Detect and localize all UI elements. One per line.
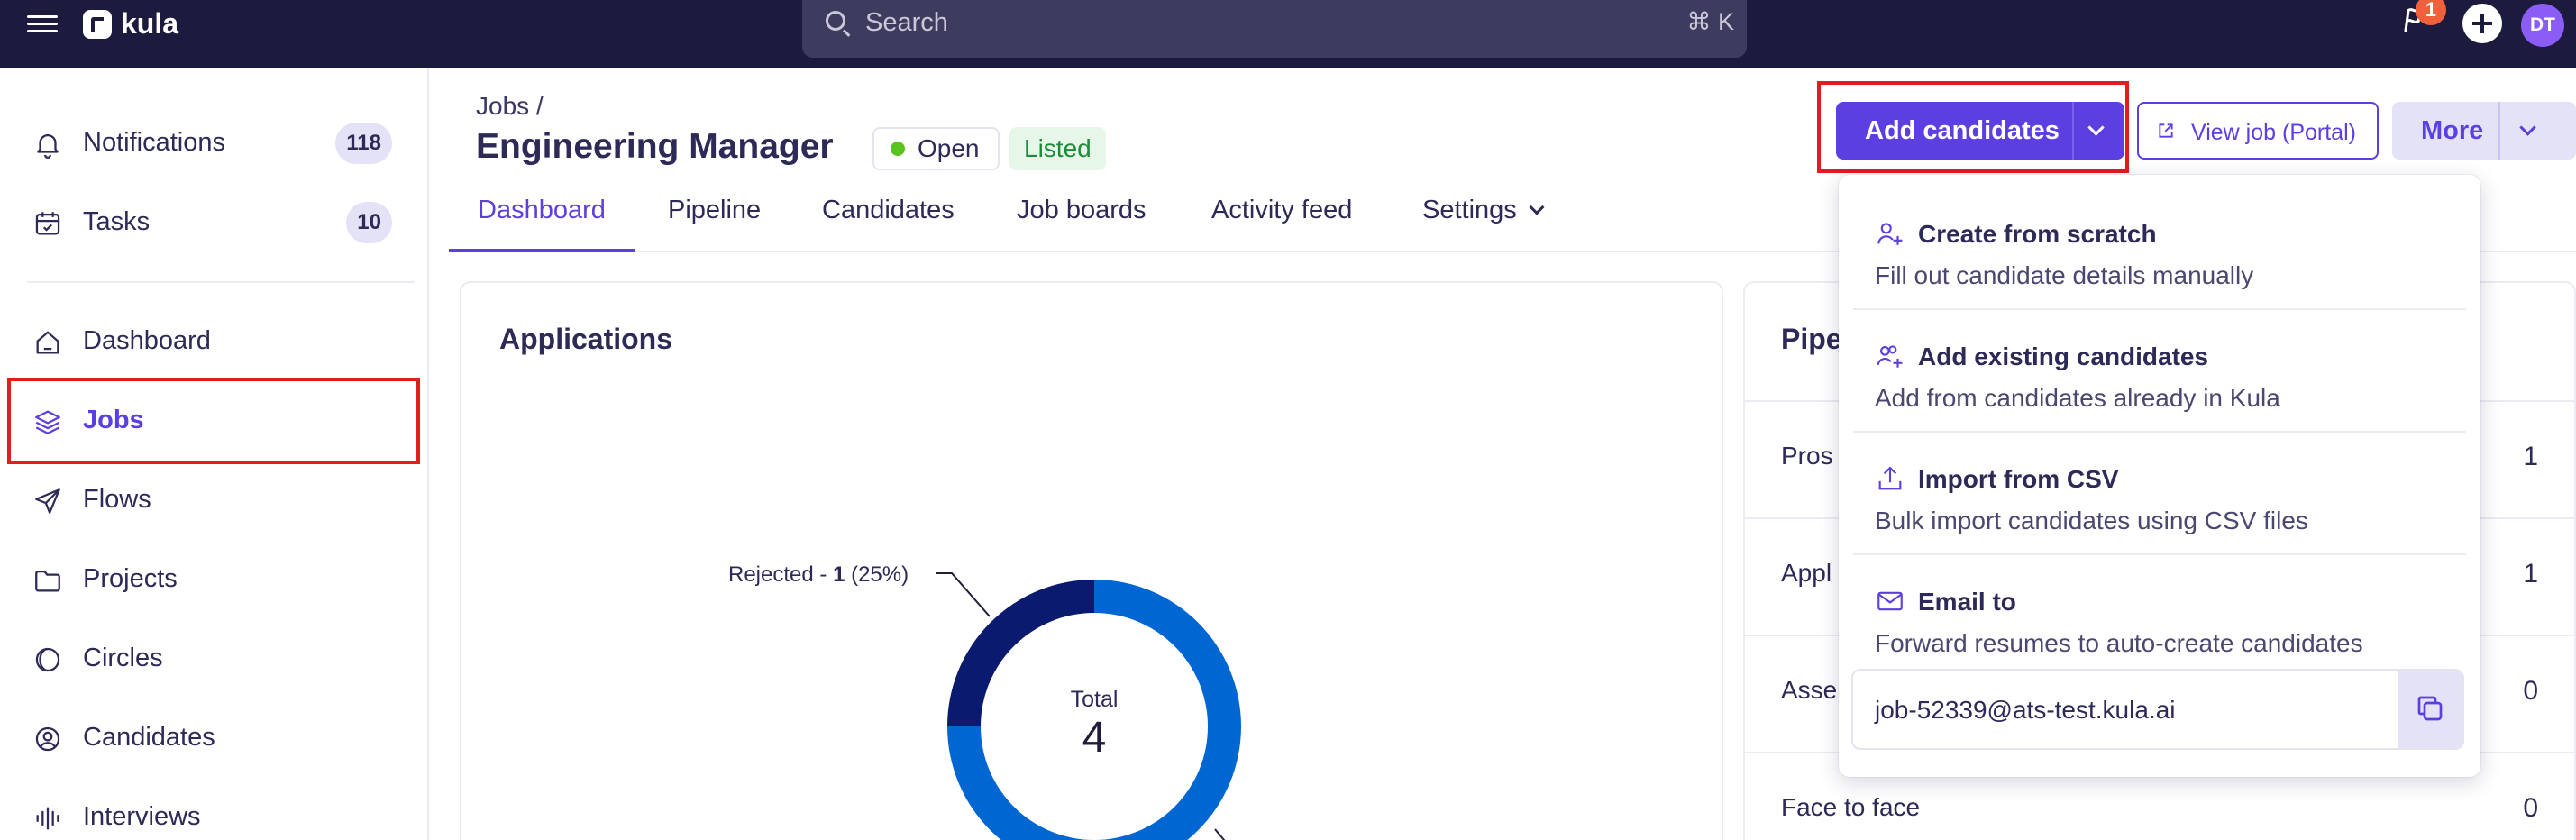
other-leader-line <box>1214 828 1226 840</box>
kula-logo-icon <box>83 9 112 39</box>
avatar[interactable]: DT <box>2521 4 2564 47</box>
create-button[interactable] <box>2462 4 2502 43</box>
sidebar-item-notifications[interactable]: Notifications 118 <box>7 105 417 180</box>
audio-wave-icon <box>32 803 63 834</box>
menu-item-add-existing-candidates[interactable]: Add existing candidates Add from candida… <box>1853 306 2466 429</box>
sidebar-item-label: Projects <box>83 563 178 593</box>
calendar-check-icon <box>32 208 63 239</box>
job-email-field[interactable]: job-52339@ats-test.kula.ai <box>1851 669 2464 750</box>
copy-email-button[interactable] <box>2398 671 2462 748</box>
menu-item-desc: Bulk import candidates using CSV files <box>1875 507 2308 534</box>
job-email-value[interactable]: job-52339@ats-test.kula.ai <box>1875 696 2176 725</box>
users-plus-icon <box>1875 341 1905 371</box>
sidebar-item-label: Notifications <box>83 127 225 157</box>
mail-icon <box>1875 586 1905 616</box>
tab-settings-label: Settings <box>1422 196 1517 224</box>
search-placeholder: Search <box>865 8 948 37</box>
button-divider <box>2498 102 2500 160</box>
status-badge-listed: Listed <box>1009 127 1106 170</box>
applications-card: Applications Rejected - 1 (25%) Total 4 <box>460 281 1723 840</box>
pipeline-stage-count: 1 <box>2523 442 2538 471</box>
menu-item-title: Import from CSV <box>1918 465 2119 493</box>
sidebar-item-projects[interactable]: Projects <box>7 541 417 616</box>
add-candidates-menu: Create from scratch Fill out candidate d… <box>1839 175 2480 777</box>
tab-job-boards[interactable]: Job boards <box>1017 189 1146 252</box>
chevron-down-icon[interactable] <box>2087 119 2105 136</box>
circles-icon <box>32 644 63 675</box>
send-icon <box>32 486 63 516</box>
pipeline-stage-name: Face to face <box>1781 793 1921 821</box>
sidebar-item-label: Dashboard <box>83 325 211 355</box>
pipeline-stage-name: Asse <box>1781 676 1838 704</box>
user-plus-icon <box>1875 218 1905 249</box>
menu-item-create-from-scratch[interactable]: Create from scratch Fill out candidate d… <box>1853 184 2466 306</box>
top-bar: kula Search ⌘ K 1 DT <box>0 0 2576 68</box>
menu-item-title: Email to <box>1918 588 2016 616</box>
sidebar-divider <box>27 281 415 283</box>
chevron-down-icon[interactable] <box>2519 119 2536 136</box>
tasks-count: 10 <box>346 202 392 243</box>
button-divider <box>2072 102 2074 160</box>
pipeline-stage-count: 0 <box>2523 793 2538 823</box>
page-title: Engineering Manager <box>476 127 834 166</box>
pipeline-stage-name: Appl <box>1781 559 1832 587</box>
tab-dashboard[interactable]: Dashboard <box>449 189 635 252</box>
menu-item-desc: Add from candidates already in Kula <box>1875 384 2280 412</box>
app-name: kula <box>121 7 179 40</box>
pipeline-stage-count: 0 <box>2523 676 2538 706</box>
search-shortcut: ⌘ K <box>1686 8 1734 35</box>
external-link-icon <box>2159 123 2173 138</box>
more-label: More <box>2421 116 2484 145</box>
folder-icon <box>32 565 63 596</box>
add-candidates-label: Add candidates <box>1865 116 2060 145</box>
sidebar-item-label: Candidates <box>83 722 215 752</box>
bell-icon <box>32 129 63 160</box>
add-candidates-button[interactable]: Add candidates <box>1836 102 2124 160</box>
sidebar-item-label: Circles <box>83 643 163 672</box>
sidebar-item-interviews[interactable]: Interviews <box>7 779 417 840</box>
sidebar-item-candidates[interactable]: Candidates <box>7 699 417 775</box>
sidebar-item-label: Tasks <box>83 206 151 236</box>
sidebar-item-dashboard[interactable]: Dashboard <box>7 303 417 379</box>
menu-item-import-from-csv[interactable]: Import from CSV Bulk import candidates u… <box>1853 429 2466 552</box>
menu-item-desc: Fill out candidate details manually <box>1875 261 2254 289</box>
copy-icon <box>2417 696 2443 721</box>
menu-item-title: Add existing candidates <box>1918 342 2209 370</box>
notification-badge: 1 <box>2416 0 2446 25</box>
breadcrumb[interactable]: Jobs / <box>476 92 544 121</box>
view-job-portal-button[interactable]: View job (Portal) <box>2137 102 2379 160</box>
view-job-label: View job (Portal) <box>2191 120 2356 145</box>
menu-item-desc: Forward resumes to auto-create candidate… <box>1875 629 2363 657</box>
tab-activity-feed[interactable]: Activity feed <box>1211 189 1352 252</box>
sidebar-item-tasks[interactable]: Tasks 10 <box>7 184 417 260</box>
donut-total-label: Total <box>1071 687 1119 712</box>
menu-item-email-to[interactable]: Email to Forward resumes to auto-create … <box>1853 552 2466 674</box>
home-icon <box>32 327 63 358</box>
tab-settings[interactable]: Settings <box>1422 189 1545 252</box>
menu-icon[interactable] <box>27 11 58 38</box>
rejected-leader-line <box>936 572 991 617</box>
applications-donut-chart: Total4 <box>936 572 1241 840</box>
tab-candidates[interactable]: Candidates <box>822 189 955 252</box>
menu-item-title: Create from scratch <box>1918 220 2157 248</box>
pipeline-stage-count: 1 <box>2523 559 2538 589</box>
donut-total-value: 4 <box>1082 714 1107 762</box>
sidebar-item-label: Interviews <box>83 801 201 831</box>
user-circle-icon <box>32 724 63 754</box>
sidebar-item-flows[interactable]: Flows <box>7 461 417 537</box>
chevron-down-icon <box>1529 199 1545 215</box>
pipeline-title: Pipe <box>1781 323 1842 355</box>
more-button[interactable]: More <box>2392 102 2576 160</box>
status-badge-open[interactable]: Open <box>872 127 1000 170</box>
upload-icon <box>1875 463 1905 494</box>
search-input[interactable]: Search ⌘ K <box>802 0 1747 58</box>
logo[interactable]: kula <box>83 7 178 41</box>
search-icon <box>826 11 845 31</box>
tab-pipeline[interactable]: Pipeline <box>668 189 761 252</box>
jobs-highlight-box <box>7 378 420 464</box>
sidebar-item-circles[interactable]: Circles <box>7 620 417 696</box>
notifications-count: 118 <box>335 123 392 164</box>
pipeline-stage-name: Pros <box>1781 442 1833 470</box>
sidebar-item-label: Flows <box>83 484 151 514</box>
